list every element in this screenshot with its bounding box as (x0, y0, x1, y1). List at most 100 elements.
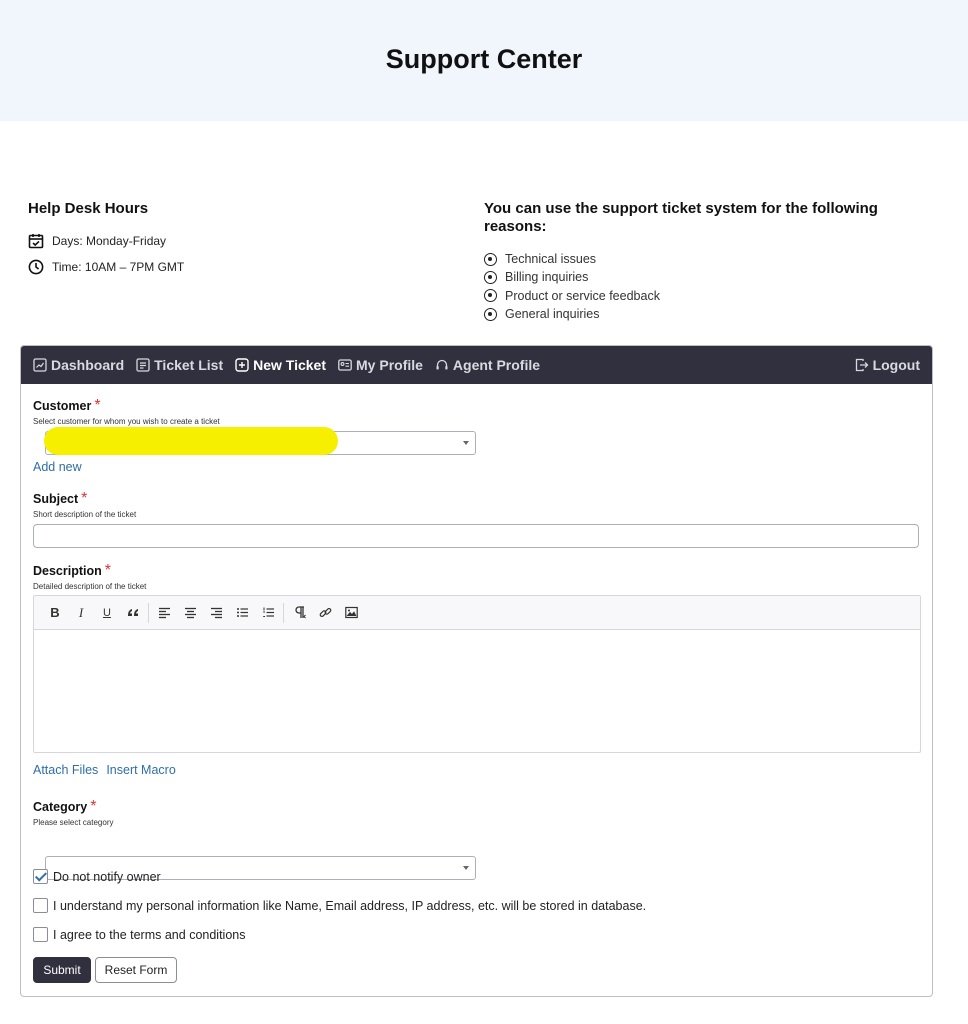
privacy-consent-label: I understand my personal information lik… (53, 898, 647, 913)
terms-label: I agree to the terms and conditions (53, 927, 246, 942)
nav-new-ticket[interactable]: New Ticket (235, 357, 326, 373)
time-row: Time: 10AM – 7PM GMT (28, 258, 448, 276)
category-help: Please select category (33, 818, 114, 827)
customer-label: Customer (33, 399, 92, 413)
clock-icon (28, 259, 44, 275)
add-new-customer-link[interactable]: Add new (33, 460, 82, 474)
id-card-icon (338, 359, 352, 371)
align-center-icon (184, 607, 196, 619)
days-row: Days: Monday-Friday (28, 232, 448, 250)
align-right-button[interactable] (203, 600, 229, 626)
chevron-down-icon (463, 441, 469, 445)
top-nav: Dashboard Ticket List New Ticket My Prof… (21, 346, 932, 384)
logout-icon (855, 358, 868, 372)
dashboard-icon (33, 358, 47, 372)
checkbox-row-notify: Do not notify owner (33, 869, 161, 884)
attach-files-link[interactable]: Attach Files (33, 763, 98, 777)
required-mark: * (81, 490, 88, 507)
privacy-consent-checkbox[interactable] (33, 898, 48, 913)
radio-dot-icon (484, 307, 497, 321)
insert-macro-link[interactable]: Insert Macro (106, 763, 175, 777)
subject-input[interactable] (33, 524, 919, 548)
checkbox-row-terms: I agree to the terms and conditions (33, 927, 245, 942)
page-header: Support Center (0, 0, 968, 121)
editor-toolbar: B I U (34, 596, 920, 630)
ticket-panel: Dashboard Ticket List New Ticket My Prof… (20, 345, 933, 997)
time-text: Time: 10AM – 7PM GMT (52, 260, 185, 274)
align-center-button[interactable] (177, 600, 203, 626)
customer-select[interactable] (44, 427, 476, 455)
underline-button[interactable]: U (94, 600, 120, 626)
image-button[interactable] (338, 600, 364, 626)
days-text: Days: Monday-Friday (52, 234, 167, 248)
required-mark: * (104, 562, 111, 579)
list-item: Technical issues (484, 250, 924, 268)
editor-actions: Attach Files Insert Macro (33, 763, 176, 777)
chevron-down-icon (463, 866, 469, 870)
description-help: Detailed description of the ticket (33, 582, 147, 591)
numbered-list-button[interactable] (255, 600, 281, 626)
required-mark: * (94, 397, 101, 414)
align-left-button[interactable] (151, 600, 177, 626)
numbered-list-icon (262, 607, 274, 617)
list-item: Billing inquiries (484, 268, 924, 286)
redaction-mark (44, 427, 338, 455)
subject-field-label: Subject * Short description of the ticket (33, 490, 136, 519)
radio-dot-icon (484, 270, 497, 284)
submit-button[interactable]: Submit (33, 957, 91, 983)
description-label: Description (33, 564, 102, 578)
headset-icon (436, 359, 448, 370)
subject-label: Subject (33, 492, 79, 506)
required-mark: * (90, 798, 97, 815)
blockquote-button[interactable] (120, 600, 146, 626)
nav-agent-profile-label: Agent Profile (452, 357, 541, 373)
bullet-list-button[interactable] (229, 600, 255, 626)
nav-dashboard[interactable]: Dashboard (33, 357, 124, 373)
image-icon (344, 606, 358, 619)
link-button[interactable] (312, 600, 338, 626)
paragraph-direction-button[interactable] (286, 600, 312, 626)
checkbox-row-privacy: I understand my personal information lik… (33, 898, 646, 913)
bullet-list-icon (236, 608, 248, 617)
nav-agent-profile[interactable]: Agent Profile (435, 357, 540, 373)
align-right-icon (210, 607, 222, 619)
customer-help: Select customer for whom you wish to cre… (33, 417, 220, 426)
logout-label: Logout (872, 357, 920, 373)
toolbar-divider (283, 602, 284, 623)
subject-help: Short description of the ticket (33, 510, 137, 519)
description-field-label: Description * Detailed description of the… (33, 562, 146, 591)
reasons-title: You can use the support ticket system fo… (484, 200, 878, 235)
quote-icon (127, 609, 138, 616)
help-desk-title: Help Desk Hours (28, 200, 149, 217)
paragraph-icon (294, 606, 306, 619)
logout-button[interactable]: Logout (855, 357, 920, 373)
align-left-icon (158, 607, 170, 619)
category-label: Category (33, 800, 88, 814)
radio-dot-icon (484, 252, 497, 266)
terms-checkbox[interactable] (33, 927, 48, 942)
toolbar-divider (148, 602, 149, 623)
radio-dot-icon (484, 289, 497, 303)
nav-new-ticket-label: New Ticket (253, 357, 327, 373)
description-textarea[interactable] (34, 630, 920, 752)
plus-square-icon (235, 358, 249, 372)
italic-button[interactable]: I (68, 600, 94, 626)
calendar-check-icon (28, 234, 44, 249)
nav-dashboard-label: Dashboard (51, 357, 125, 373)
list-icon (136, 358, 150, 372)
page-title: Support Center (385, 44, 583, 74)
list-item: General inquiries (484, 305, 924, 323)
do-not-notify-label: Do not notify owner (53, 869, 161, 884)
reset-form-button[interactable]: Reset Form (95, 957, 177, 983)
nav-my-profile[interactable]: My Profile (338, 357, 423, 373)
bold-button[interactable]: B (42, 600, 68, 626)
do-not-notify-checkbox[interactable] (33, 869, 48, 884)
category-field-label: Category * Please select category (33, 798, 114, 827)
reasons-section: You can use the support ticket system fo… (484, 200, 924, 323)
nav-ticket-list[interactable]: Ticket List (136, 357, 223, 373)
description-editor: B I U (33, 595, 921, 753)
reasons-list: Technical issues Billing inquiries Produ… (484, 250, 924, 323)
form-actions: Submit Reset Form (33, 957, 233, 983)
customer-field-label: Customer * Select customer for whom you w… (33, 397, 220, 426)
link-icon (319, 607, 331, 618)
